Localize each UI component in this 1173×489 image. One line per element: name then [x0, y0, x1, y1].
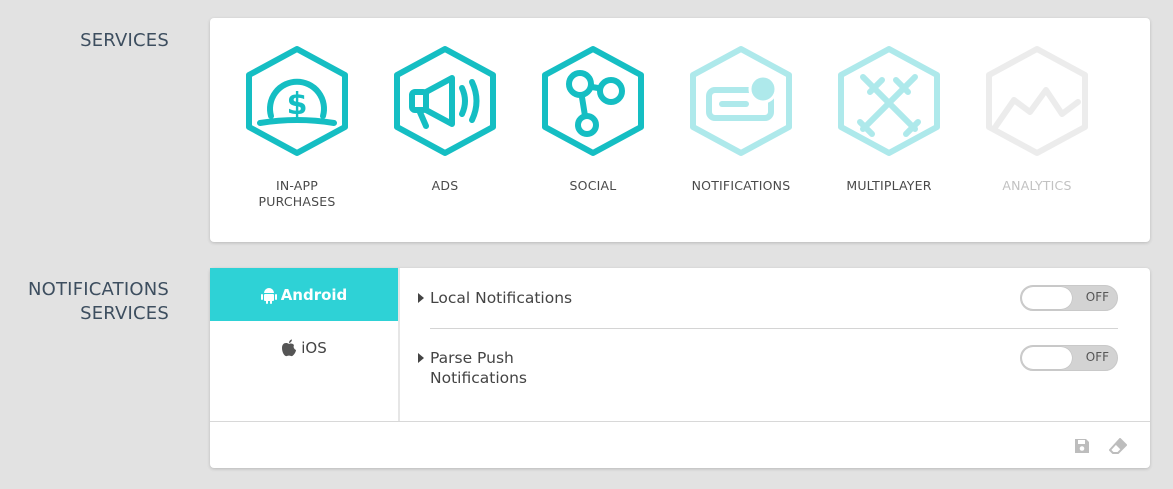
expand-caret-icon	[418, 293, 424, 303]
local-notifications-toggle[interactable]: OFF	[1020, 285, 1118, 311]
notifications-services-card: Android iOS Local Notifications OFF Pars…	[210, 268, 1150, 468]
tab-android[interactable]: Android	[210, 268, 398, 321]
services-card: $ IN-APP PURCHASES ADS SOCIAL NOTIFICATI…	[210, 18, 1150, 242]
service-in-app-purchases[interactable]: $ IN-APP PURCHASES	[223, 42, 371, 210]
service-label: NOTIFICATIONS	[691, 178, 791, 193]
toggle-knob	[1022, 287, 1072, 309]
notification-badge-icon	[690, 46, 792, 156]
service-ads[interactable]: ADS	[371, 42, 519, 194]
svg-text:$: $	[287, 87, 308, 122]
toggle-state: OFF	[1085, 350, 1109, 364]
service-label: IN-APP PURCHASES	[258, 178, 336, 209]
toggle-knob	[1022, 347, 1072, 369]
service-label: ADS	[431, 178, 459, 193]
services-heading: SERVICES	[80, 30, 169, 51]
crossed-swords-icon	[838, 46, 940, 156]
parse-push-toggle[interactable]: OFF	[1020, 345, 1118, 371]
notification-settings: Local Notifications OFF Parse Push Notif…	[418, 268, 1118, 421]
tab-android-label: Android	[280, 285, 348, 304]
setting-parse-push-notifications: Parse Push Notifications OFF	[418, 329, 1118, 421]
service-label: MULTIPLAYER	[846, 178, 932, 193]
notifications-services-heading: NOTIFICATIONS SERVICES	[28, 278, 169, 326]
parse-push-notifications-label[interactable]: Parse Push Notifications	[418, 348, 527, 388]
setting-local-notifications: Local Notifications OFF	[418, 268, 1118, 329]
platform-tabs: Android iOS	[210, 268, 400, 421]
coin-in-hand-icon: $	[246, 46, 348, 156]
tab-ios[interactable]: iOS	[210, 321, 398, 374]
local-notifications-label[interactable]: Local Notifications	[418, 288, 572, 308]
eraser-icon[interactable]	[1109, 438, 1127, 454]
service-social[interactable]: SOCIAL	[519, 42, 667, 194]
heading-line1: NOTIFICATIONS	[27, 279, 169, 300]
service-notifications[interactable]: NOTIFICATIONS	[667, 42, 815, 194]
line-chart-icon	[986, 46, 1088, 156]
android-icon	[260, 287, 277, 304]
service-label: ANALYTICS	[1002, 178, 1072, 193]
tab-ios-label: iOS	[301, 338, 327, 357]
toggle-state: OFF	[1085, 290, 1109, 304]
expand-caret-icon	[418, 353, 424, 363]
service-multiplayer[interactable]: MULTIPLAYER	[815, 42, 963, 194]
megaphone-icon	[394, 46, 496, 156]
heading-line2: SERVICES	[80, 303, 169, 324]
card-footer	[210, 421, 1150, 469]
service-analytics[interactable]: ANALYTICS	[963, 42, 1111, 194]
save-icon[interactable]	[1074, 438, 1090, 454]
share-nodes-icon	[542, 46, 644, 156]
apple-icon	[282, 339, 297, 356]
service-label: SOCIAL	[569, 178, 617, 193]
